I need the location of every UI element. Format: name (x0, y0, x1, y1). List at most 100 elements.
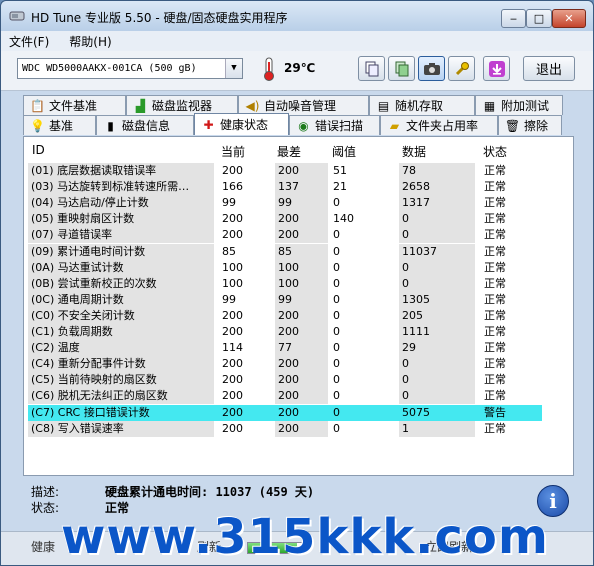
benchmark-icon: 💡 (30, 118, 45, 133)
tab-disk-monitor[interactable]: ▟ 磁盘监视器 (126, 95, 238, 115)
download-icon (488, 60, 505, 77)
tab-label: 附加测试 (501, 99, 550, 113)
col-header-current[interactable]: 当前 (221, 143, 245, 159)
table-row[interactable]: (C1) 负载周期数 200 200 0 1111 正常 (24, 324, 573, 340)
cell-cur: 85 (222, 244, 236, 258)
cell-data: 0 (399, 388, 475, 405)
cell-data: 1111 (399, 324, 475, 340)
cell-status: 正常 (484, 244, 506, 258)
cell-cur: 100 (222, 260, 243, 274)
status-health-text: 健康 (31, 540, 56, 554)
cell-worst: 200 (275, 356, 328, 373)
cell-status: 正常 (484, 276, 506, 290)
cell-id: (01) 底层数据读取错误率 (28, 163, 214, 179)
cell-worst: 200 (275, 388, 328, 405)
cell-thr: 0 (333, 373, 340, 387)
cell-data: 0 (399, 275, 475, 292)
cell-thr: 0 (333, 292, 340, 306)
table-row[interactable]: (C7) CRC 接口错误计数 200 200 0 5075 警告 (28, 404, 542, 421)
table-row[interactable]: (09) 累计通电时间计数 85 85 0 11037 正常 (24, 243, 573, 260)
health-panel: ID 当前 最差 阈值 数据 状态 (01) 底层数据读取错误率 200 200 51… (23, 136, 574, 476)
cell-thr: 140 (333, 212, 354, 226)
tab-health[interactable]: ✚ 健康状态 (194, 113, 289, 135)
table-row[interactable]: (05) 重映射扇区计数 200 200 140 0 正常 (24, 211, 573, 228)
table-row[interactable]: (C8) 写入错误速率 200 200 0 1 正常 (24, 420, 573, 437)
cell-worst: 85 (275, 243, 328, 260)
table-row[interactable]: (C4) 重新分配事件计数 200 200 0 0 正常 (24, 356, 573, 373)
cell-worst: 200 (275, 163, 328, 179)
tab-noise-management[interactable]: ◀) 自动噪音管理 (238, 95, 369, 115)
cell-cur: 200 (222, 373, 243, 387)
cell-status: 正常 (484, 421, 506, 435)
health-cross-icon: ✚ (203, 117, 214, 132)
table-row[interactable]: (0B) 尝试重新校正的次数 100 100 0 0 正常 (24, 275, 573, 292)
table-row[interactable]: (04) 马达启动/停止计数 99 99 0 1317 正常 (24, 195, 573, 212)
cell-data: 1305 (399, 291, 475, 308)
col-header-status[interactable]: 状态 (483, 143, 507, 159)
copy-screen-button[interactable] (388, 56, 415, 81)
tab-label: 文件基准 (49, 99, 98, 113)
table-row[interactable]: (C5) 当前待映射的扇区数 200 200 0 0 正常 (24, 372, 573, 389)
close-button[interactable]: ✕ (552, 9, 586, 28)
cell-status: 正常 (484, 212, 506, 226)
cell-status: 正常 (484, 341, 506, 355)
watermark-text: www.315kkk.com (61, 509, 549, 565)
table-row[interactable]: (C6) 脱机无法纠正的扇区数 200 200 0 0 正常 (24, 388, 573, 405)
cell-status: 正常 (484, 325, 506, 338)
col-header-threshold[interactable]: 阈值 (332, 143, 356, 159)
copy-screen-icon (395, 61, 408, 76)
drive-select[interactable]: WDC WD5000AAKX-001CA (500 gB) ▼ (17, 58, 243, 79)
cell-cur: 200 (222, 357, 243, 371)
minimize-button[interactable]: ‒ (501, 9, 526, 28)
tab-error-scan[interactable]: ◉ 错误扫描 (289, 115, 380, 135)
cell-thr: 0 (333, 341, 340, 355)
cell-thr: 0 (333, 325, 340, 338)
thermometer-icon (264, 57, 274, 81)
cell-id: (04) 马达启动/停止计数 (28, 195, 214, 212)
save-button[interactable] (483, 56, 510, 81)
screenshot-button[interactable] (418, 56, 445, 81)
tab-random-access[interactable]: ▤ 随机存取 (369, 95, 475, 115)
cell-id: (0C) 通电周期计数 (28, 291, 214, 308)
window-title: HD Tune 专业版 5.50 - 硬盘/固态硬盘实用程序 (31, 11, 288, 25)
cell-status: 正常 (484, 164, 506, 177)
cell-id: (C1) 负载周期数 (28, 324, 214, 340)
cell-data: 78 (399, 163, 475, 179)
options-button[interactable] (448, 56, 475, 81)
col-header-data[interactable]: 数据 (402, 143, 426, 159)
cell-thr: 21 (333, 180, 347, 194)
tab-disk-info[interactable]: ▮ 磁盘信息 (96, 115, 194, 135)
table-row[interactable]: (03) 马达旋转到标准转速所需… 166 137 21 2658 正常 (24, 179, 573, 196)
cell-status: 正常 (484, 389, 506, 403)
maximize-button[interactable]: □ (526, 9, 552, 28)
title-bar[interactable]: HD Tune 专业版 5.50 - 硬盘/固态硬盘实用程序 ‒ □ ✕ (1, 1, 593, 31)
tab-file-benchmark[interactable]: 📋 文件基准 (23, 95, 126, 115)
col-header-worst[interactable]: 最差 (277, 143, 301, 159)
tab-extra-tests[interactable]: ▦ 附加测试 (475, 95, 563, 115)
copy-text-button[interactable] (358, 56, 385, 81)
tab-folder-usage[interactable]: ▰ 文件夹占用率 (380, 115, 498, 135)
col-header-id[interactable]: ID (32, 143, 45, 159)
cell-thr: 0 (333, 405, 340, 419)
tab-erase[interactable]: 🗑 擦除 (498, 115, 562, 135)
cell-id: (C2) 温度 (28, 340, 214, 357)
cell-cur: 99 (222, 292, 236, 306)
error-scan-icon: ◉ (298, 118, 309, 133)
table-row[interactable]: (C0) 不安全关闭计数 200 200 0 205 正常 (24, 307, 573, 324)
table-row[interactable]: (C2) 温度 114 77 0 29 正常 (24, 340, 573, 357)
menu-file[interactable]: 文件(F) (9, 33, 49, 50)
table-row[interactable]: (0C) 通电周期计数 99 99 0 1305 正常 (24, 291, 573, 308)
camera-icon (423, 62, 440, 75)
exit-button[interactable]: 退出 (523, 56, 575, 81)
cell-id: (C5) 当前待映射的扇区数 (28, 372, 214, 389)
cell-data: 0 (399, 227, 475, 244)
table-row[interactable]: (01) 底层数据读取错误率 200 200 51 78 正常 (24, 163, 573, 179)
table-row[interactable]: (0A) 马达重试计数 100 100 0 0 正常 (24, 259, 573, 276)
cell-status: 正常 (484, 357, 506, 371)
disk-monitor-icon: ▟ (135, 98, 146, 113)
chevron-down-icon[interactable]: ▼ (225, 59, 242, 78)
tab-benchmark[interactable]: 💡 基准 (23, 115, 96, 135)
menu-help[interactable]: 帮助(H) (69, 33, 111, 50)
table-row[interactable]: (07) 寻道错误率 200 200 0 0 正常 (24, 227, 573, 244)
tab-label: 基准 (49, 119, 74, 133)
